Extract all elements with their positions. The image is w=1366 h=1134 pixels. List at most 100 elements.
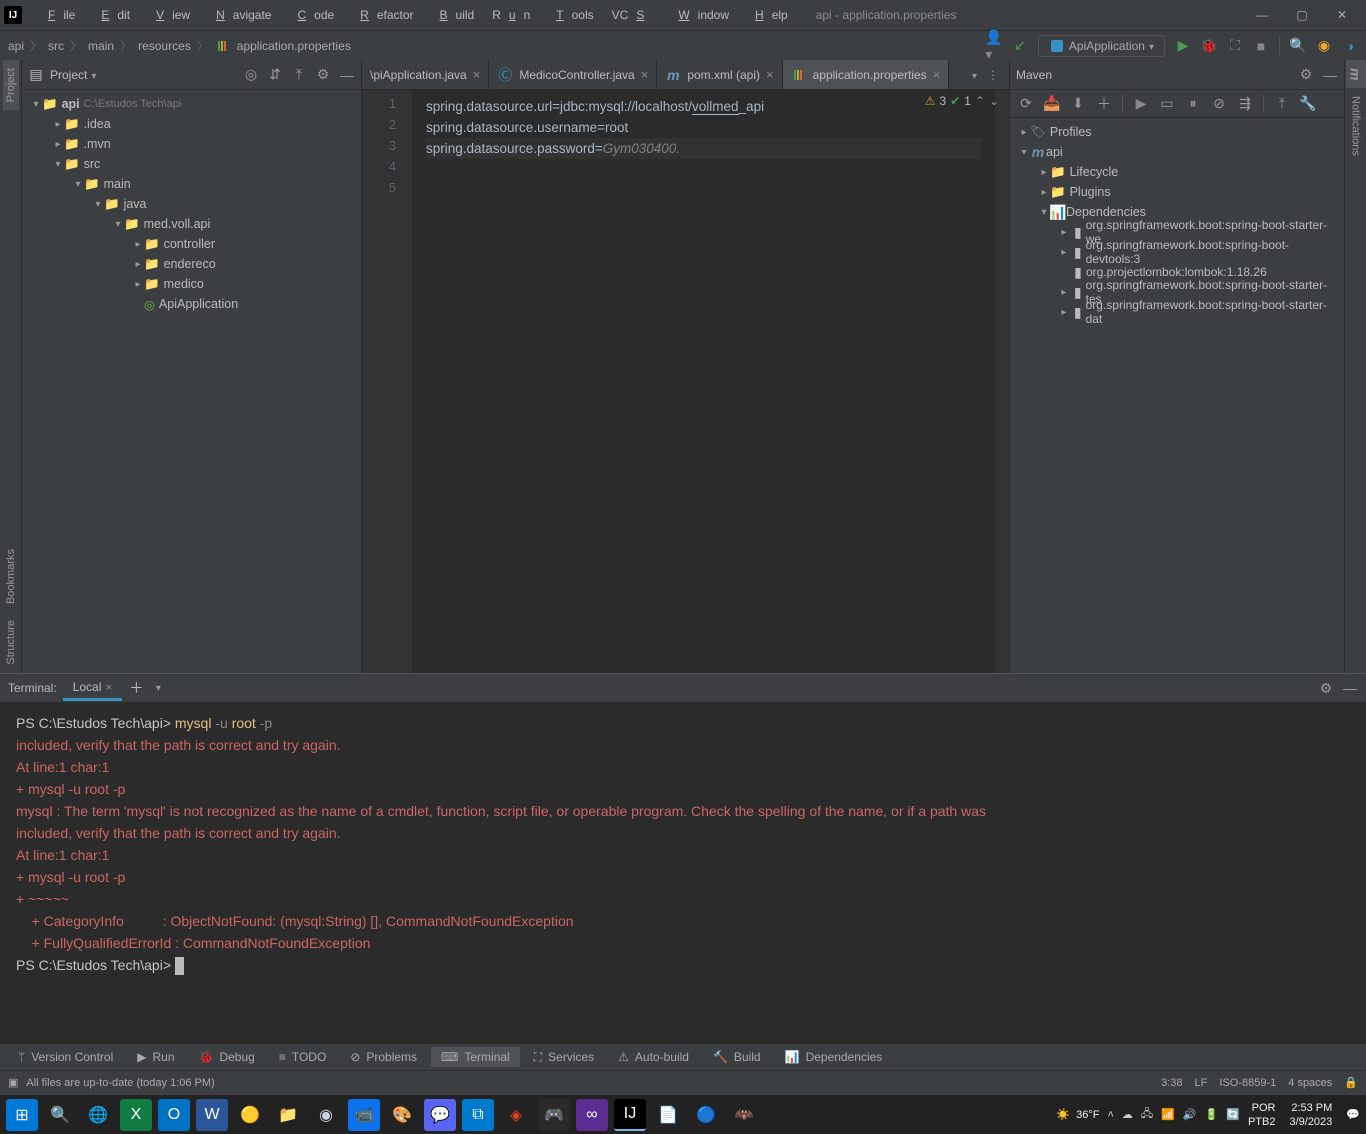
search-everywhere-icon[interactable]: 🔍 — [1290, 38, 1306, 54]
bottom-tool-todo[interactable]: ≡TODO — [269, 1047, 336, 1067]
maven-dep[interactable]: ▸▮org.springframework.boot:spring-boot-s… — [1010, 302, 1344, 322]
taskbar-word-icon[interactable]: W — [196, 1099, 228, 1131]
tree-item-endereco[interactable]: ▸📁endereco — [22, 254, 361, 274]
tray-onedrive-icon[interactable]: ☁ — [1122, 1108, 1133, 1121]
taskbar-weather[interactable]: ☀️ 36°F — [1056, 1108, 1099, 1121]
menu-build[interactable]: Build — [424, 4, 483, 26]
menu-view[interactable]: View — [140, 4, 198, 26]
menu-edit[interactable]: Edit — [85, 4, 138, 26]
taskbar-language[interactable]: POR PTB2 — [1248, 1101, 1276, 1129]
crumb-main[interactable]: main — [88, 39, 114, 53]
taskbar-outlook-icon[interactable]: O — [158, 1099, 190, 1131]
tab-application-java[interactable]: \piApplication.java× — [362, 60, 489, 89]
panel-settings-icon[interactable]: ⚙ — [315, 67, 331, 83]
close-icon[interactable]: × — [105, 680, 112, 694]
run-maven-icon[interactable]: ▶ — [1133, 96, 1149, 112]
minimize-button[interactable]: — — [1242, 0, 1282, 30]
tree-item-medico[interactable]: ▸📁medico — [22, 274, 361, 294]
taskbar-paint-icon[interactable]: 🎨 — [386, 1099, 418, 1131]
taskbar-git-icon[interactable]: ◈ — [500, 1099, 532, 1131]
add-icon[interactable]: ＋ — [1096, 96, 1112, 112]
editor[interactable]: 1 2 3 4 5 spring.datasource.url=jdbc:mys… — [362, 90, 1009, 673]
taskbar-excel-icon[interactable]: X — [120, 1099, 152, 1131]
bookmarks-tool-button[interactable]: Bookmarks — [3, 541, 19, 612]
tree-item-pkg[interactable]: ▾📁med.voll.api — [22, 214, 361, 234]
menu-run[interactable]: Run — [484, 4, 538, 26]
close-button[interactable]: ✕ — [1322, 0, 1362, 30]
run-configuration-selector[interactable]: ApiApplication — [1038, 35, 1165, 57]
taskbar-zoom-icon[interactable]: 📹 — [348, 1099, 380, 1131]
taskbar-visualstudio-icon[interactable]: ∞ — [576, 1099, 608, 1131]
stop-button-icon[interactable]: ■ — [1253, 38, 1269, 54]
generate-sources-icon[interactable]: 📥 — [1044, 96, 1060, 112]
status-encoding[interactable]: ISO-8859-1 — [1219, 1077, 1276, 1089]
close-icon[interactable]: × — [766, 67, 774, 82]
taskbar-edge-icon[interactable]: 🌐 — [82, 1099, 114, 1131]
ide-updates-icon[interactable]: ◉ — [1316, 38, 1332, 54]
maven-tree[interactable]: ▸🏷Profiles ▾m api ▸📁Lifecycle ▸📁Plugins … — [1010, 118, 1344, 326]
debug-button-icon[interactable]: 🐞 — [1201, 38, 1217, 54]
crumb-api[interactable]: api — [8, 39, 24, 53]
user-icon[interactable]: 👤▾ — [986, 38, 1002, 54]
taskbar-intellij-icon[interactable]: IJ — [614, 1099, 646, 1131]
menu-navigate[interactable]: Navigate — [200, 4, 279, 26]
tool-windows-icon[interactable]: ▣ — [8, 1076, 18, 1089]
terminal-tab-local[interactable]: Local × — [63, 676, 123, 701]
taskbar-search-icon[interactable]: 🔍 — [44, 1099, 76, 1131]
download-icon[interactable]: ⬇ — [1070, 96, 1086, 112]
bottom-tool-run[interactable]: ▶Run — [127, 1047, 184, 1067]
bottom-tool-problems[interactable]: ⊘Problems — [340, 1047, 427, 1067]
bottom-tool-terminal[interactable]: ⌨Terminal — [431, 1047, 520, 1067]
menu-window[interactable]: Window — [662, 4, 737, 26]
maven-module[interactable]: ▾m api — [1010, 142, 1344, 162]
menu-help[interactable]: Help — [739, 4, 796, 26]
tray-sync-icon[interactable]: 🔄 — [1226, 1108, 1240, 1121]
tree-item-mvn[interactable]: ▸📁.mvn — [22, 134, 361, 154]
hide-panel-icon[interactable]: — — [339, 67, 355, 83]
show-deps-icon[interactable]: ⇶ — [1237, 96, 1253, 112]
readonly-lock-icon[interactable] — [1344, 1076, 1358, 1089]
status-line-separator[interactable]: LF — [1195, 1077, 1208, 1089]
maven-profiles[interactable]: ▸🏷Profiles — [1010, 122, 1344, 142]
bottom-tool-build[interactable]: 🔨Build — [703, 1047, 771, 1067]
maven-dep[interactable]: ▸▮org.springframework.boot:spring-boot-d… — [1010, 242, 1344, 262]
tray-wifi-icon[interactable]: 📶 — [1161, 1108, 1175, 1121]
notifications-tool-button[interactable]: Notifications — [1348, 88, 1364, 164]
maven-settings-icon[interactable]: 🔧 — [1300, 96, 1316, 112]
run-coverage-icon[interactable]: ⛶ — [1227, 38, 1243, 54]
tree-item-java[interactable]: ▾📁java — [22, 194, 361, 214]
project-tool-button[interactable]: Project — [3, 60, 19, 110]
project-panel-title[interactable]: Project — [50, 68, 96, 82]
skip-tests-icon[interactable]: ⊘ — [1211, 96, 1227, 112]
crumb-resources[interactable]: resources — [138, 39, 191, 53]
more-tabs-icon[interactable] — [972, 68, 977, 82]
tree-root[interactable]: ▾📁 api C:\Estudos Tech\api — [22, 94, 361, 114]
crumb-file[interactable]: application.properties — [237, 39, 351, 53]
maximize-button[interactable]: ▢ — [1282, 0, 1322, 30]
run-button-icon[interactable]: ▶ — [1175, 38, 1191, 54]
inspections-widget[interactable]: ⚠3 ✔1 ⌃⌄ — [925, 94, 999, 108]
collapse-all-icon[interactable]: ⤒ — [291, 67, 307, 83]
terminal-options-icon[interactable] — [150, 680, 166, 696]
tree-item-idea[interactable]: ▸📁.idea — [22, 114, 361, 134]
taskbar-epic-icon[interactable]: 🎮 — [538, 1099, 570, 1131]
tab-options-icon[interactable]: ⋮ — [987, 68, 999, 82]
bottom-tool-version-control[interactable]: ᛘVersion Control — [8, 1047, 123, 1067]
taskbar-steam-icon[interactable]: ◉ — [310, 1099, 342, 1131]
menu-file[interactable]: File — [32, 4, 83, 26]
menu-refactor[interactable]: Refactor — [344, 4, 421, 26]
status-caret-position[interactable]: 3:38 — [1161, 1077, 1182, 1089]
menu-code[interactable]: Code — [281, 4, 342, 26]
close-icon[interactable]: × — [641, 67, 649, 82]
reload-icon[interactable]: ⟳ — [1018, 96, 1034, 112]
tray-battery-icon[interactable]: 🔋 — [1205, 1108, 1219, 1121]
new-terminal-icon[interactable]: ＋ — [128, 680, 144, 696]
maven-lifecycle[interactable]: ▸📁Lifecycle — [1010, 162, 1344, 182]
project-tree[interactable]: ▾📁 api C:\Estudos Tech\api ▸📁.idea ▸📁.mv… — [22, 90, 361, 318]
taskbar-app-icon[interactable]: 🦇 — [728, 1099, 760, 1131]
tray-volume-icon[interactable]: 🔊 — [1183, 1108, 1197, 1121]
settings-sync-icon[interactable]: ◑ — [1342, 38, 1358, 54]
taskbar-app-icon[interactable]: 📄 — [652, 1099, 684, 1131]
crumb-src[interactable]: src — [48, 39, 64, 53]
taskbar-clock[interactable]: 2:53 PM 3/9/2023 — [1289, 1101, 1332, 1129]
